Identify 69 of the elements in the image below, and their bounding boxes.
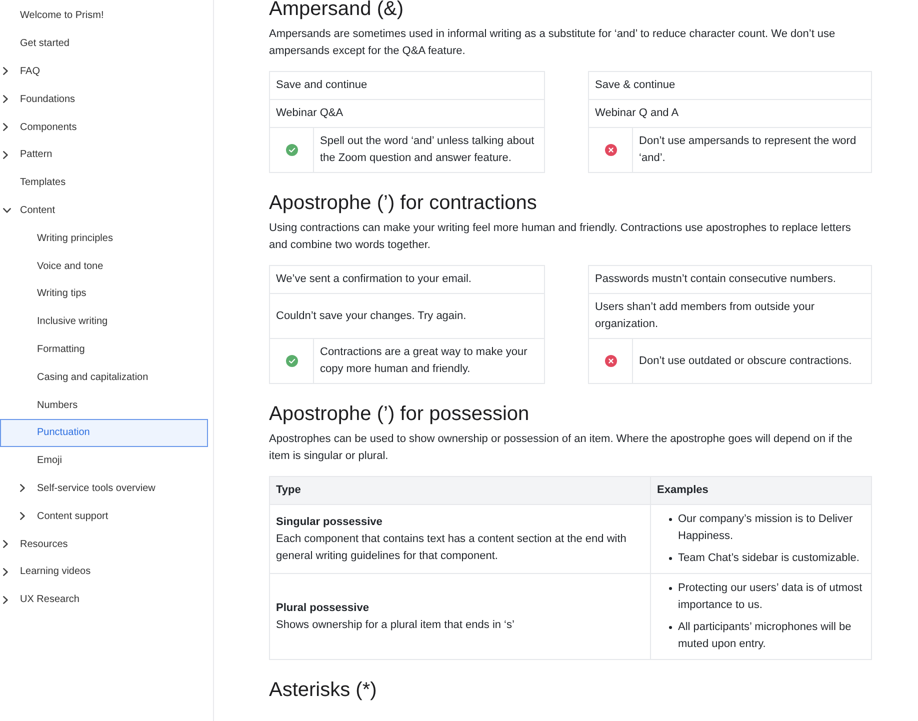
- chevron-right-icon[interactable]: [3, 95, 8, 104]
- sidebar-item[interactable]: Numbers: [0, 391, 208, 419]
- sidebar-item[interactable]: Writing principles: [0, 224, 208, 252]
- sidebar-item[interactable]: Foundations: [0, 85, 208, 114]
- guideline-cell: Contractions are a great way to make your copy more human and friendly.: [314, 338, 545, 384]
- possessive-description: Shows ownership for a plural item that ends in ‘s’: [276, 618, 516, 632]
- example-cell: Users shan’t add members from outside your organization.: [588, 294, 872, 338]
- sidebar-item[interactable]: Resources: [0, 530, 208, 558]
- chevron-right-icon[interactable]: [20, 484, 25, 492]
- example-text: Protecting our users’ data is of utmost importance to us.: [678, 581, 864, 613]
- bullet-icon: [669, 557, 672, 560]
- check-circle-icon: [286, 354, 298, 367]
- section-heading: Apostrophe (’) for possession: [269, 403, 530, 425]
- chevron-right-icon[interactable]: [3, 67, 8, 76]
- sidebar-item[interactable]: Inclusive writing: [0, 308, 208, 336]
- example-cell: Couldn’t save your changes. Try again.: [270, 294, 545, 338]
- sidebar-item[interactable]: Welcome to Prism!: [0, 2, 208, 30]
- intro-paragraph: Ampersands are sometimes used in informal writing as a substitute for ‘and’ to reduce character count. We don’t use ampersands except for the Q&A feature.: [269, 27, 836, 59]
- sidebar-item[interactable]: Punctuation: [0, 418, 208, 447]
- column-header: Type: [270, 476, 650, 504]
- example-text: Team Chat’s sidebar is customizable.: [678, 551, 860, 566]
- example-text: All participants’ microphones will be muted upon entry.: [678, 620, 852, 652]
- example-cell: Passwords mustn’t contain consecutive numbers.: [588, 266, 872, 294]
- intro-paragraph: Apostrophes can be used to show ownership or possession of an item. Where the apostrophe goes will depend on if the item is singular or plural.: [269, 432, 854, 464]
- sidebar-item[interactable]: Formatting: [0, 336, 208, 364]
- example-cell: We’ve sent a confirmation to your email.: [270, 266, 545, 294]
- sidebar-item[interactable]: Emoji: [0, 446, 208, 475]
- intro-paragraph: Using contractions can make your writing feel more human and friendly. Contractions use apostrophes to replace letters and combine two words together.: [269, 221, 852, 253]
- possessive-description: Each component that contains text has a content section at the end with general writing guidelines for that component.: [276, 532, 628, 564]
- x-circle-icon: [604, 144, 617, 156]
- section-heading: Asterisks (*): [269, 679, 378, 701]
- chevron-right-icon[interactable]: [3, 123, 8, 132]
- sidebar-item[interactable]: UX Research: [0, 586, 208, 614]
- chevron-right-icon[interactable]: [3, 150, 8, 159]
- sidebar-item[interactable]: Casing and capitalization: [0, 363, 208, 392]
- possessive-type-label: Singular possessive: [276, 514, 384, 530]
- bullet-icon: [669, 587, 672, 590]
- sidebar-item[interactable]: Components: [0, 113, 208, 141]
- bullet-icon: [669, 626, 672, 629]
- guideline-cell: Don’t use outdated or obscure contractions.: [632, 338, 872, 384]
- check-circle-icon: [286, 144, 298, 156]
- section-heading: Apostrophe (’) for contractions: [269, 192, 538, 214]
- sidebar-item[interactable]: FAQ: [0, 58, 208, 86]
- sidebar-item[interactable]: Content support: [0, 502, 208, 530]
- bullet-icon: [669, 518, 672, 521]
- column-header: Examples: [650, 476, 872, 504]
- sidebar-item[interactable]: Voice and tone: [0, 252, 208, 280]
- example-cell: Webinar Q&A: [270, 100, 545, 128]
- chevron-down-icon[interactable]: [3, 208, 11, 213]
- sidebar-item[interactable]: Get started: [0, 30, 208, 58]
- x-circle-icon: [604, 354, 617, 367]
- chevron-right-icon[interactable]: [20, 512, 25, 520]
- possessive-type-label: Plural possessive: [276, 600, 370, 616]
- example-text: Our company’s mission is to Deliver Happiness.: [678, 512, 854, 544]
- sidebar-item[interactable]: Learning videos: [0, 558, 208, 586]
- example-cell: Save and continue: [270, 72, 545, 100]
- chevron-right-icon[interactable]: [3, 596, 8, 604]
- example-cell: Save & continue: [588, 72, 872, 100]
- sidebar-item[interactable]: Pattern: [0, 140, 208, 169]
- sidebar-item[interactable]: Templates: [0, 168, 208, 197]
- sidebar-item[interactable]: Writing tips: [0, 280, 208, 308]
- chevron-right-icon[interactable]: [3, 540, 8, 548]
- sidebar-item[interactable]: Content: [0, 196, 208, 224]
- guideline-cell: Don’t use ampersands to represent the word ‘and’.: [632, 128, 872, 172]
- section-heading: Ampersand (&): [269, 0, 404, 20]
- chevron-right-icon[interactable]: [3, 568, 8, 576]
- example-cell: Webinar Q and A: [588, 100, 872, 128]
- sidebar-item[interactable]: Self-service tools overview: [0, 474, 208, 502]
- guideline-cell: Spell out the word ‘and’ unless talking about the Zoom question and answer feature.: [314, 128, 545, 172]
